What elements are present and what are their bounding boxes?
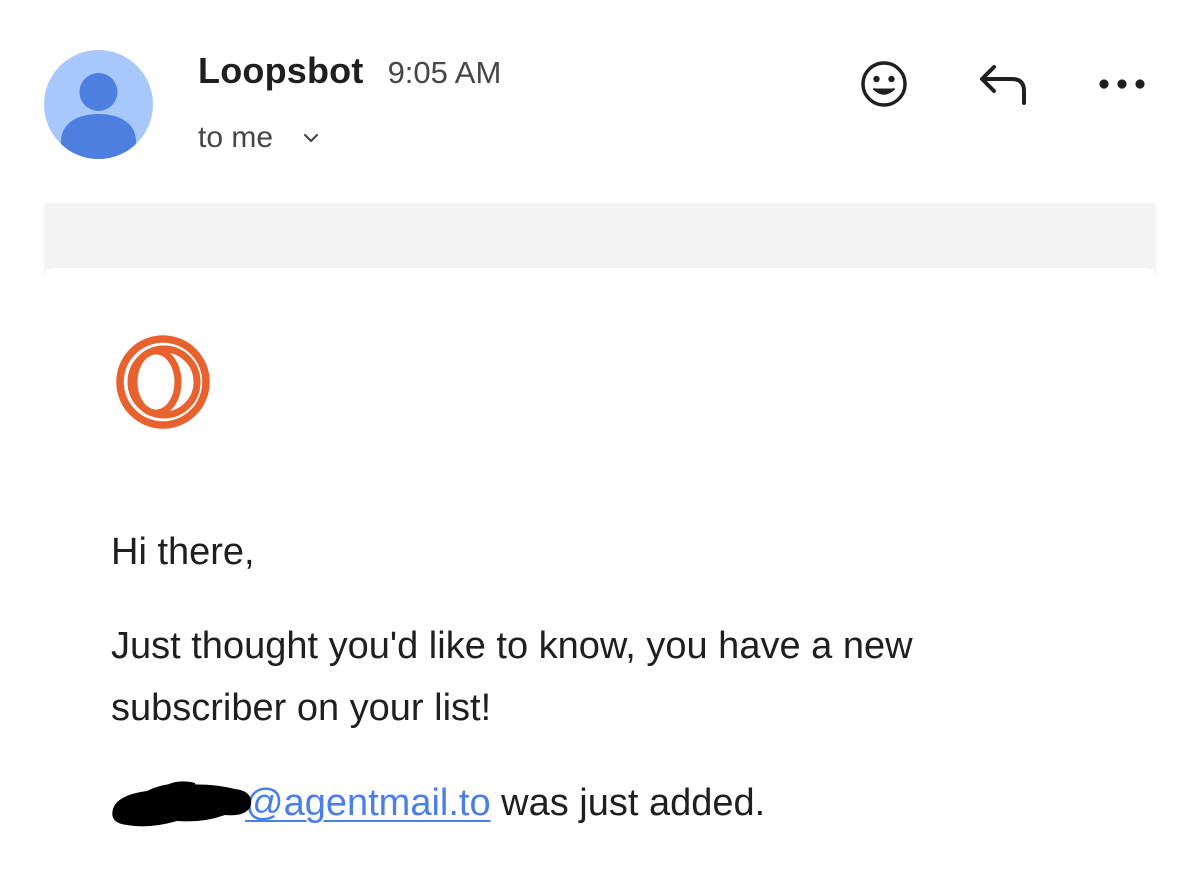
reply-arrow-icon bbox=[980, 65, 1026, 105]
default-user-icon bbox=[61, 73, 136, 159]
email-greeting: Hi there, bbox=[111, 531, 255, 573]
more-options-dots-icon bbox=[1099, 79, 1145, 89]
email-preheader-band bbox=[44, 203, 1156, 275]
email-message: Just thought you'd like to know, you hav… bbox=[111, 625, 913, 729]
sender-name[interactable]: Loopsbot bbox=[198, 50, 364, 92]
sender-line: Loopsbot 9:05 AM bbox=[198, 50, 501, 98]
chevron-down-icon[interactable] bbox=[303, 132, 319, 144]
sender-avatar[interactable] bbox=[44, 50, 153, 159]
smiley-face-icon bbox=[861, 61, 907, 107]
redacted-email-username bbox=[111, 781, 252, 827]
recipient-label: to me bbox=[198, 121, 274, 154]
more-options-button[interactable] bbox=[1094, 58, 1150, 110]
subscriber-email-link[interactable]: @agentmail.to bbox=[245, 782, 491, 824]
loops-logo-icon bbox=[108, 334, 218, 430]
subscriber-added-line: @agentmail.to was just added. bbox=[111, 772, 1071, 834]
add-reaction-button[interactable] bbox=[856, 58, 912, 110]
reply-button[interactable] bbox=[974, 58, 1034, 110]
added-suffix: was just added. bbox=[490, 782, 766, 824]
email-view: Loopsbot 9:05 AM to me Hi there, Just th… bbox=[0, 0, 1200, 883]
recipient-details-toggle[interactable]: to me bbox=[198, 116, 319, 160]
message-time: 9:05 AM bbox=[387, 55, 502, 90]
